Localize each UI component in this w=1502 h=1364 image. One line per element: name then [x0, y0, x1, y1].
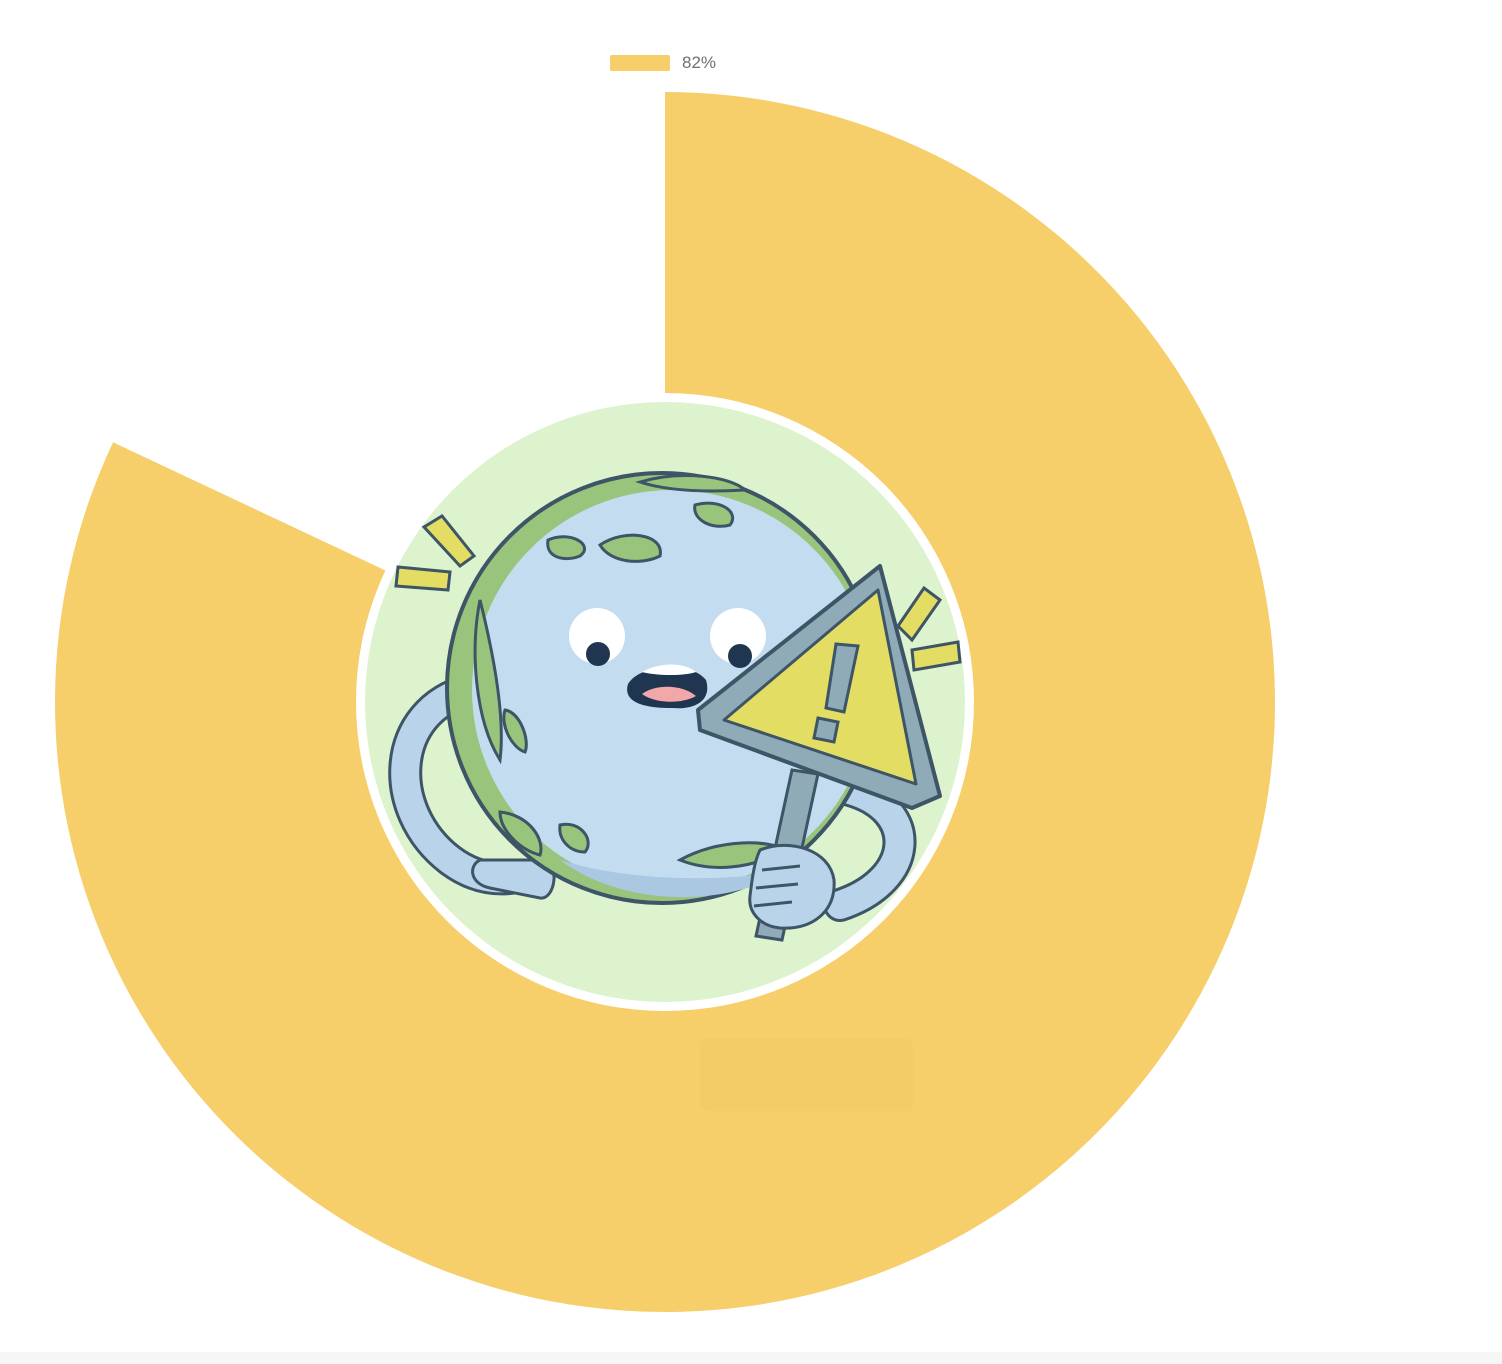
chart-container: 82% — [0, 0, 1502, 1364]
doughnut-chart — [54, 92, 1276, 1312]
bottom-strip — [0, 1352, 1502, 1364]
tooltip-box — [700, 1038, 913, 1111]
alert-mark-icon — [394, 565, 452, 592]
exclamation-dot-icon — [812, 716, 840, 744]
left-pupil-icon — [586, 642, 610, 666]
continent-icon — [546, 535, 587, 561]
earth-warning-illustration — [356, 393, 974, 1011]
right-pupil-icon — [728, 644, 752, 668]
